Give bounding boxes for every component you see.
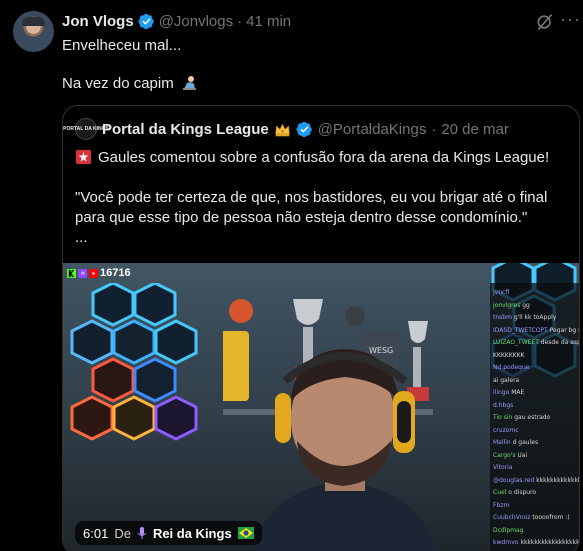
person-lying-emoji-icon: [182, 76, 196, 90]
stream-chat-overlay: jvncfl jonvlgres gg tnsbm g'll kk toApply…: [490, 283, 579, 551]
quote-text-line4: ...: [75, 229, 88, 246]
chat-message: d.hbgs: [493, 402, 579, 409]
chat-message: jonvlgres gg: [493, 302, 579, 309]
author-avatar[interactable]: [13, 11, 54, 52]
chat-message: ai galera: [493, 377, 579, 384]
chat-text: d gaules: [512, 439, 539, 446]
tweet-timestamp[interactable]: 41 min: [246, 13, 291, 30]
quote-author-name[interactable]: Portal da Kings League: [102, 121, 269, 138]
chat-username: Nd.podeque: [493, 364, 530, 371]
siren-emoji-icon: [75, 149, 92, 165]
chat-message: Mallin d gaules: [493, 439, 579, 446]
chat-message: Cargo's Uai: [493, 452, 579, 459]
video-from-label: De: [114, 525, 131, 541]
chat-username: cruzomc: [493, 426, 519, 434]
video-info-pill[interactable]: 6:01 De Rei da Kings: [75, 521, 262, 545]
chat-username: kwdrnvo: [493, 539, 521, 546]
grok-icon[interactable]: [535, 12, 555, 32]
chat-username: jonvlgres: [493, 301, 523, 309]
author-handle[interactable]: @Jonvlogs: [159, 13, 233, 30]
author-name[interactable]: Jon Vlogs: [62, 13, 134, 30]
chat-username: Cargo's: [493, 451, 518, 459]
quote-author-handle: @PortaldaKings: [317, 120, 427, 138]
more-options-icon[interactable]: ···: [560, 9, 581, 30]
video-channel-name[interactable]: Rei da Kings: [153, 526, 232, 541]
crown-emoji-icon: [275, 123, 290, 136]
chat-message: KKKKKKKK: [493, 352, 579, 359]
chat-message: ilingo MAE: [493, 389, 579, 396]
chat-message: LUIZAO_TWEET desde da aspiração: [493, 339, 579, 346]
quote-separator: ·: [431, 120, 437, 138]
viewer-count: 16716: [100, 267, 131, 279]
chat-text: gau estrado: [514, 414, 551, 421]
chat-message: CuubchVnoz toooofrom :): [493, 514, 579, 521]
chat-message: Dcdlpmag: [493, 527, 579, 534]
quoted-tweet-card[interactable]: PORTAL DA KINGS Portal da Kings League @…: [62, 105, 580, 551]
chat-username: IDASD_TWETCOPT: [493, 326, 550, 334]
chat-message: tnsbm g'll kk toApply: [493, 314, 579, 321]
quote-header: PORTAL DA KINGS Portal da Kings League @…: [63, 118, 509, 140]
chat-message: kwdrnvo kkkkkkkkkkkkkkkkkkkkkkkk: [493, 539, 579, 546]
microphone-icon: [137, 526, 147, 539]
quote-text-line2: "Você pode ter certeza de que, nos basti…: [75, 189, 548, 206]
chat-username: Fbzm: [493, 501, 510, 509]
chat-text: o dispuro: [508, 489, 537, 496]
chat-username: Vitoria: [493, 464, 513, 471]
chat-message: IDASD_TWETCOPT Pegar bg sbhosas a pinto: [493, 327, 579, 334]
chat-text: kkkkkkkkkkkkkkkk: [536, 476, 579, 484]
chat-text: toooofrom :): [532, 514, 570, 521]
tweet-text-line2: Na vez do capim: [62, 74, 197, 94]
chat-username: Tio sin: [493, 414, 515, 421]
chat-message: Tio sin gau estrado: [493, 414, 579, 421]
chat-text: gg: [522, 301, 530, 309]
tweet-text-line1: Envelheceu mal...: [62, 37, 182, 54]
chat-message: Fbzm: [493, 502, 579, 509]
chat-text: MAE: [511, 389, 525, 396]
tweet-header: Jon Vlogs @Jonvlogs · 41 min: [62, 11, 291, 31]
header-separator: ·: [237, 12, 243, 30]
twitch-logo-icon: [78, 268, 87, 278]
chat-username: jvncfl: [493, 289, 510, 296]
chat-message: cruzomc: [493, 427, 579, 434]
chat-text: KKKKKKKK: [493, 351, 525, 359]
quote-text-line1-content: Gaules comentou sobre a confusão fora da…: [98, 149, 550, 166]
chat-message: Nd.podeque: [493, 364, 579, 371]
chat-username: @douglas.red: [493, 476, 537, 484]
chat-message: jvncfl: [493, 289, 579, 296]
viewer-counter: 16716: [67, 266, 131, 280]
quote-text-line1: Gaules comentou sobre a confusão fora da…: [75, 148, 549, 168]
chat-username: tnsbm: [493, 314, 514, 321]
chat-username: Cuel: [493, 489, 509, 496]
chat-username: ilingo: [493, 389, 512, 396]
youtube-logo-icon: [89, 268, 98, 278]
chat-username: CuubchVnoz: [493, 514, 533, 521]
chat-text: desde da aspiração: [540, 339, 579, 346]
quote-text-line3: para que esse tipo de pessoa não esteja …: [75, 209, 528, 226]
chat-text: g'll kk toApply: [513, 314, 557, 321]
hexagon-wall-lights: [70, 283, 198, 441]
streamer: [254, 349, 437, 551]
chat-text: kkkkkkkkkkkkkkkkkkkkkkkk: [520, 539, 579, 546]
quote-avatar[interactable]: PORTAL DA KINGS: [63, 118, 109, 140]
kick-logo-icon: [67, 268, 76, 278]
brazil-flag-icon: [237, 527, 254, 539]
tweet-text-line2-content: Na vez do capim: [62, 75, 174, 92]
chat-message: Vitoria: [493, 464, 579, 471]
verified-badge-icon: [296, 121, 312, 137]
quote-date: 20 de mar: [441, 120, 509, 138]
chat-text: Pegar bg sbhosas a pinto: [549, 326, 579, 334]
chat-username: Dcdlpmag: [493, 526, 524, 534]
video-duration: 6:01: [83, 525, 109, 541]
chat-username: d.hbgs: [493, 401, 514, 409]
chat-message: @douglas.red kkkkkkkkkkkkkkkk: [493, 477, 579, 484]
video-player[interactable]: WESG jvncfl jonvlgres gg tnsbm g'll kk to…: [63, 263, 579, 551]
chat-text: ai galera: [493, 376, 520, 384]
chat-text: Uai: [517, 451, 528, 459]
verified-badge-icon: [138, 13, 154, 29]
chat-username: Mallin: [493, 439, 513, 446]
chat-username: LUIZAO_TWEET: [493, 339, 541, 346]
chat-message: Cuel o dispuro: [493, 489, 579, 496]
